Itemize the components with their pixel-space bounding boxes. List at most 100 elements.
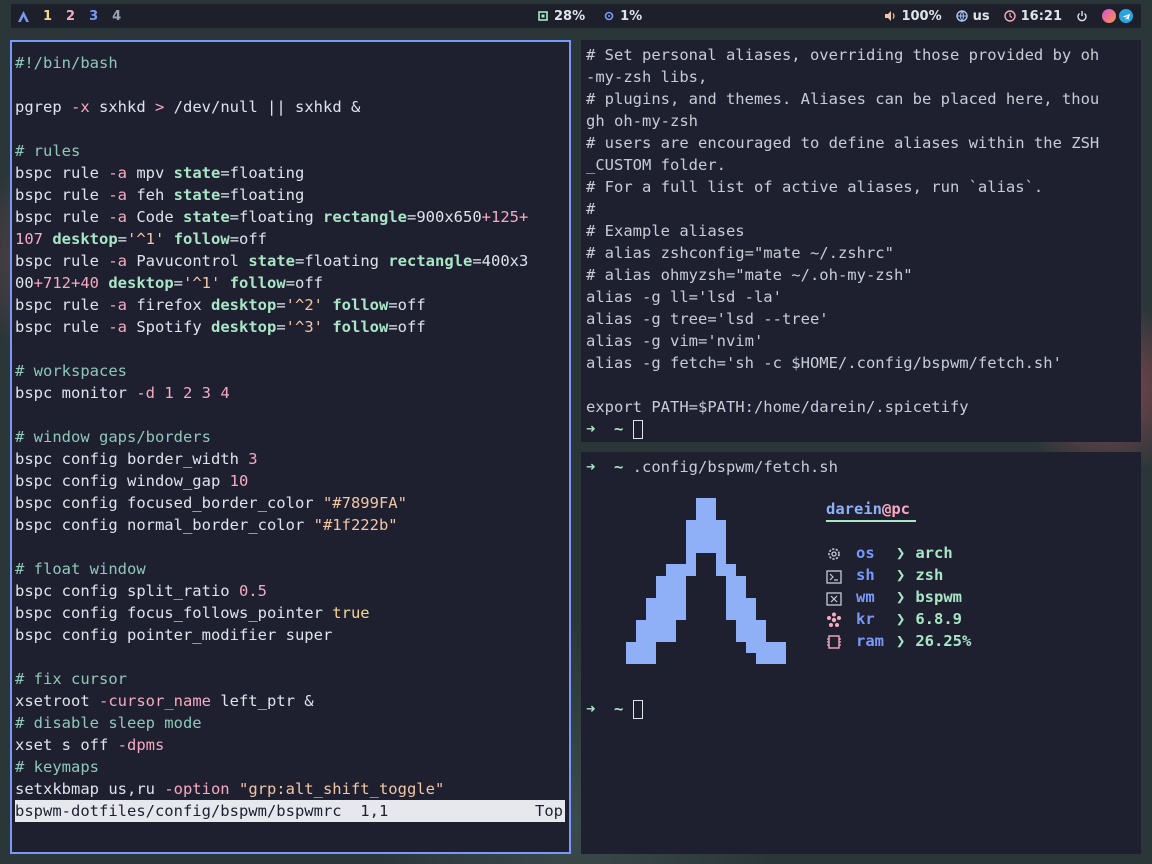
- code-line[interactable]: # window gaps/borders: [15, 426, 569, 448]
- clock-icon: [1003, 10, 1016, 22]
- tray-icons: [1102, 9, 1133, 23]
- code-line[interactable]: xsetroot -cursor_name left_ptr &: [15, 690, 569, 712]
- code-line[interactable]: bspc config window_gap 10: [15, 470, 569, 492]
- prompt: ➜ ~: [586, 700, 624, 718]
- code-line[interactable]: bspc rule -a feh state=floating: [15, 184, 569, 206]
- code-token: pgrep: [15, 98, 71, 116]
- code-token: #!/bin/bash: [15, 54, 118, 72]
- fetch-command: .config/bspwm/fetch.sh: [632, 458, 838, 476]
- code-token: -a: [108, 318, 127, 336]
- code-line[interactable]: # float window: [15, 558, 569, 580]
- status-filename: bspwm-dotfiles/config/bspwm/bspwmrc: [15, 802, 342, 820]
- code-token: =floating: [229, 208, 323, 226]
- power-icon[interactable]: [1076, 10, 1088, 22]
- cpu-icon: [603, 10, 615, 22]
- vim-statusline: bspwm-dotfiles/config/bspwm/bspwmrc 1,1 T…: [15, 800, 565, 822]
- fetch-value: bspwm: [915, 588, 963, 606]
- code-token: # rules: [15, 142, 81, 160]
- code-line[interactable]: bspc config focus_follows_pointer true: [15, 602, 569, 624]
- code-token: =: [276, 318, 286, 336]
- keyboard-layout-value: us: [972, 8, 990, 24]
- fetch-label: ram: [856, 632, 884, 650]
- zshrc-line: # For a full list of active aliases, run…: [586, 178, 1044, 196]
- code-line[interactable]: bspc rule -a firefox desktop='^2' follow…: [15, 294, 569, 316]
- fetch-value: 6.8.9: [915, 610, 963, 628]
- code-token: 0.5: [238, 582, 267, 600]
- code-token: firefox: [127, 296, 211, 314]
- fetch-label: os: [856, 544, 875, 562]
- code-line[interactable]: [15, 536, 569, 558]
- code-line[interactable]: # fix cursor: [15, 668, 569, 690]
- workspace-1[interactable]: 1: [43, 9, 52, 24]
- code-line[interactable]: [15, 404, 569, 426]
- volume-indicator[interactable]: 100%: [884, 9, 942, 24]
- code-line[interactable]: [15, 338, 569, 360]
- code-line[interactable]: 00+712+40 desktop='^1' follow=off: [15, 272, 569, 294]
- code-line[interactable]: bspc rule -a Code state=floating rectang…: [15, 206, 569, 228]
- code-line[interactable]: #!/bin/bash: [15, 52, 569, 74]
- code-line[interactable]: xset s off -dpms: [15, 734, 569, 756]
- code-token: desktop: [211, 318, 277, 336]
- code-token: 107: [15, 230, 43, 248]
- code-token: =: [173, 274, 184, 292]
- code-token: bspc rule: [15, 318, 109, 336]
- code-line[interactable]: # keymaps: [15, 756, 569, 778]
- terminal-prompt-line[interactable]: ➜ ~: [586, 418, 1141, 440]
- workspace-3[interactable]: 3: [89, 9, 98, 24]
- code-token: follow: [332, 296, 389, 314]
- code-line[interactable]: # disable sleep mode: [15, 712, 569, 734]
- code-line[interactable]: bspc config focused_border_color "#7899F…: [15, 492, 569, 514]
- code-token: 1 2 3 4: [155, 384, 230, 402]
- code-line[interactable]: [15, 74, 569, 96]
- code-token: # workspaces: [15, 362, 127, 380]
- code-token: Spotify: [127, 318, 211, 336]
- zshrc-line: # plugins, and themes. Aliases can be pl…: [586, 90, 1100, 108]
- code-token: /dev/null || sxhkd &: [164, 98, 361, 116]
- terminal-fetch[interactable]: ➜ ~ .config/bspwm/fetch.sh darein @ pc o…: [581, 452, 1141, 854]
- keyboard-layout-indicator[interactable]: us: [955, 8, 990, 24]
- code-line[interactable]: bspc monitor -d 1 2 3 4: [15, 382, 569, 404]
- code-line[interactable]: bspc config normal_border_color "#1f222b…: [15, 514, 569, 536]
- code-token: bspc config border_width: [15, 450, 249, 468]
- code-token: =: [276, 296, 286, 314]
- zshrc-line: [586, 374, 1141, 396]
- code-line[interactable]: 107 desktop='^1' follow=off: [15, 228, 569, 250]
- chevron-right-icon: ❯: [896, 566, 906, 584]
- arch-logo-icon[interactable]: [18, 10, 29, 22]
- terminal-zshrc[interactable]: # Set personal aliases, overriding those…: [581, 40, 1141, 442]
- code-line[interactable]: setxkbmap us,ru -option "grp:alt_shift_t…: [15, 778, 569, 800]
- code-token: # window gaps/borders: [15, 428, 211, 446]
- code-token: xsetroot: [15, 692, 99, 710]
- fetch-user: darein: [826, 500, 882, 518]
- tray-app-icon[interactable]: [1102, 9, 1116, 23]
- zshrc-line: #: [586, 200, 596, 218]
- code-line[interactable]: pgrep -x sxhkd > /dev/null || sxhkd &: [15, 96, 569, 118]
- terminal-icon: [826, 568, 844, 584]
- memory-value: 28%: [554, 8, 586, 24]
- code-line[interactable]: [15, 646, 569, 668]
- code-line[interactable]: bspc config pointer_modifier super: [15, 624, 569, 646]
- code-line[interactable]: bspc config split_ratio 0.5: [15, 580, 569, 602]
- code-line[interactable]: # rules: [15, 140, 569, 162]
- workspace-4[interactable]: 4: [112, 9, 121, 24]
- code-token: bspc config focus_follows_pointer: [15, 604, 333, 622]
- code-line[interactable]: [15, 118, 569, 140]
- code-line[interactable]: bspc rule -a Pavucontrol state=floating …: [15, 250, 569, 272]
- terminal-prompt-line[interactable]: ➜ ~: [586, 698, 643, 720]
- editor-buffer[interactable]: #!/bin/bash pgrep -x sxhkd > /dev/null ||…: [15, 52, 569, 800]
- telegram-icon[interactable]: [1119, 9, 1133, 23]
- cpu-indicator: 1%: [603, 9, 642, 24]
- code-line[interactable]: bspc config border_width 3: [15, 448, 569, 470]
- code-token: bspc rule: [15, 208, 109, 226]
- zshrc-line: # Set personal aliases, overriding those…: [586, 46, 1100, 64]
- code-line[interactable]: # workspaces: [15, 360, 569, 382]
- code-line[interactable]: bspc rule -a mpv state=floating: [15, 162, 569, 184]
- code-line[interactable]: bspc rule -a Spotify desktop='^3' follow…: [15, 316, 569, 338]
- code-token: # fix cursor: [15, 670, 127, 688]
- zshrc-line: _CUSTOM folder.: [586, 156, 726, 174]
- workspace-2[interactable]: 2: [66, 9, 75, 24]
- code-token: =floating: [220, 186, 305, 204]
- volume-icon: [884, 10, 896, 22]
- vim-editor-window[interactable]: #!/bin/bash pgrep -x sxhkd > /dev/null ||…: [10, 40, 571, 854]
